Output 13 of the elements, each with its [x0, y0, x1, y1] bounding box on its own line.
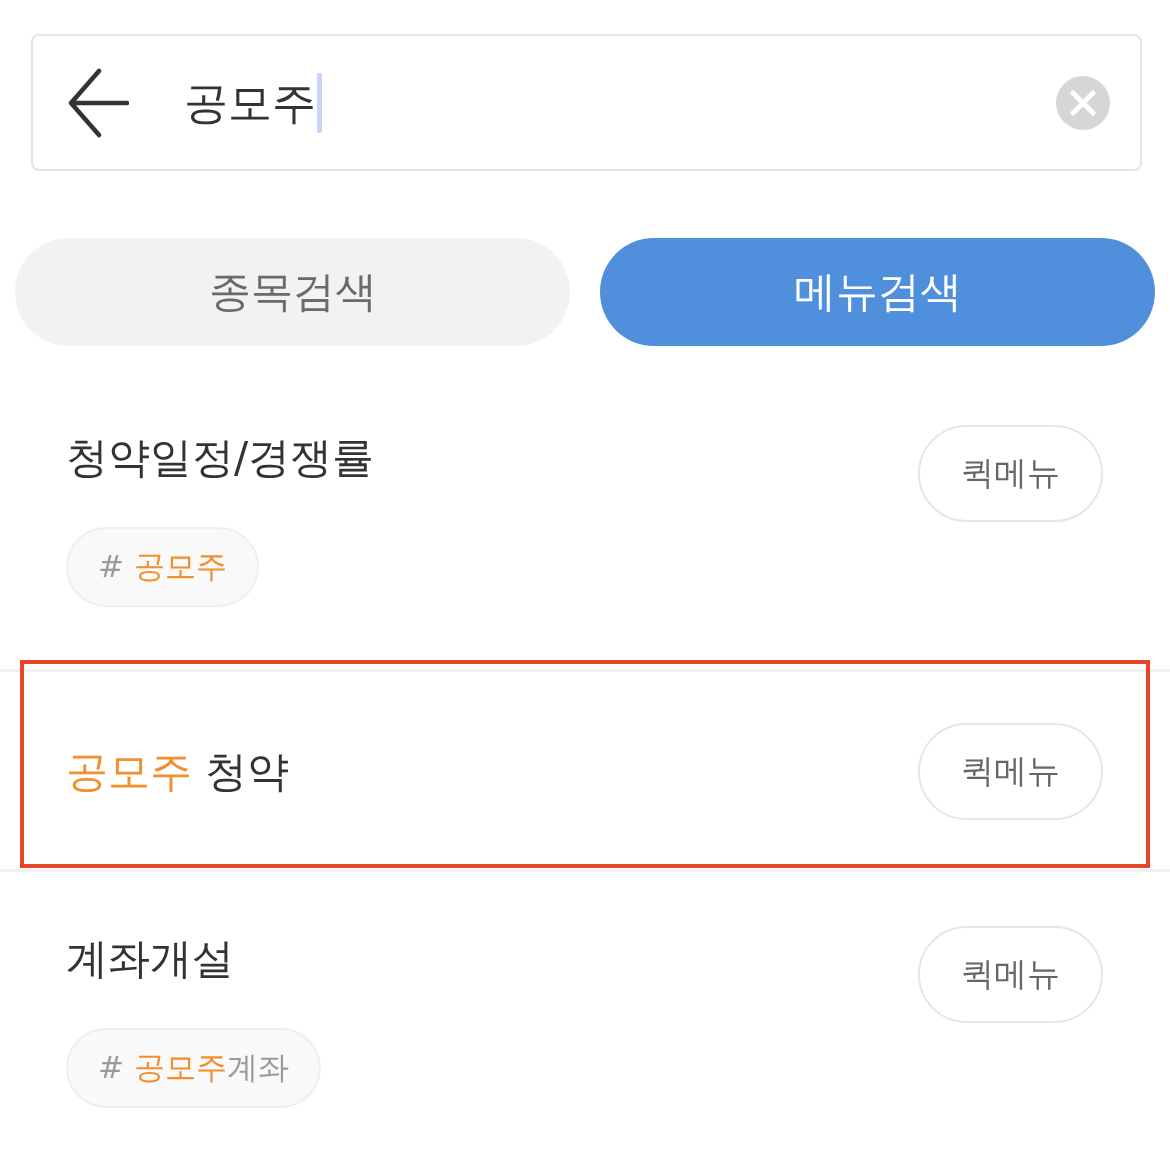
menu-result-title[interactable]: 계좌개설 — [66, 926, 234, 992]
search-tab[interactable]: 메뉴검색 — [600, 238, 1155, 346]
back-arrow-icon — [67, 67, 129, 138]
search-input[interactable]: 공모주 — [184, 72, 316, 133]
clear-icon — [1056, 75, 1110, 130]
search-tab[interactable]: 종목검색 — [15, 238, 570, 346]
menu-result-title[interactable]: 공모주 청약 — [66, 738, 290, 805]
quick-menu-button[interactable]: 퀵메뉴 — [918, 723, 1103, 820]
quick-menu-button[interactable]: 퀵메뉴 — [918, 926, 1103, 1023]
back-button[interactable] — [67, 67, 129, 138]
search-bar[interactable]: 공모주 — [31, 34, 1142, 171]
menu-result-title[interactable]: 청약일정/경쟁률 — [66, 425, 375, 491]
quick-menu-button[interactable]: 퀵메뉴 — [918, 425, 1103, 522]
